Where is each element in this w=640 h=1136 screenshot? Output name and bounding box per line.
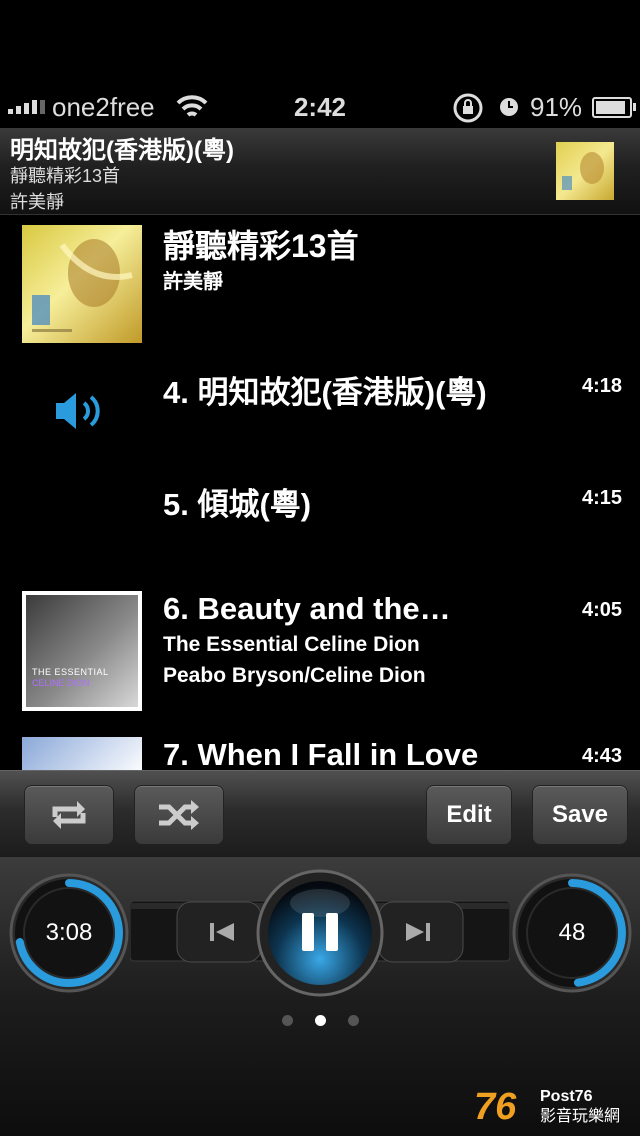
album-artist: 許美靜 <box>163 271 223 293</box>
page-indicator[interactable] <box>0 1015 640 1026</box>
track-album: The Essential Celine Dion <box>163 633 420 656</box>
track-artist: Peabo Bryson/Celine Dion <box>163 664 426 687</box>
track-row[interactable]: 7. When I Fall in Love 4:43 <box>0 735 640 770</box>
edit-button[interactable]: Edit <box>426 785 512 845</box>
watermark-tagline: 影音玩樂網 <box>540 1106 620 1125</box>
svg-text:76: 76 <box>474 1086 517 1125</box>
next-button[interactable] <box>378 901 464 963</box>
page-dot[interactable] <box>281 1015 293 1026</box>
track-duration: 4:18 <box>581 375 622 397</box>
save-button[interactable]: Save <box>532 785 628 845</box>
page-dot[interactable] <box>314 1015 326 1026</box>
status-bar: one2free 2:42 91% <box>0 88 640 128</box>
now-playing-song: 明知故犯(香港版)(粵) <box>10 137 234 164</box>
repeat-button[interactable] <box>24 785 114 845</box>
post76-watermark-logo: 76 Post76 影音玩樂網 <box>474 1086 620 1125</box>
watermark-brand: Post76 <box>540 1088 593 1105</box>
repeat-icon <box>52 801 86 829</box>
pause-button[interactable] <box>256 869 384 997</box>
now-playing-album: 靜聽精彩13首 <box>10 166 121 186</box>
now-playing-artwork[interactable] <box>556 142 614 200</box>
shuffle-icon <box>159 800 199 830</box>
battery-percent: 91% <box>530 92 583 122</box>
track-title: 4. 明知故犯(香港版)(粵) <box>163 375 487 410</box>
track-title: 5. 傾城(粵) <box>163 487 312 522</box>
rotation-lock-icon <box>453 93 483 123</box>
track-title: 6. Beauty and the… <box>163 591 451 626</box>
now-playing-speaker-icon <box>56 393 100 429</box>
shuffle-button[interactable] <box>134 785 224 845</box>
alarm-icon <box>500 98 518 116</box>
album-artwork <box>22 225 142 343</box>
track-list[interactable]: 靜聽精彩13首 許美靜 4. 明知故犯(香港版)(粵) 4:18 5. 傾城(粵… <box>0 215 640 770</box>
track-duration: 4:05 <box>581 599 622 621</box>
track-title: 7. When I Fall in Love <box>163 737 479 770</box>
track-row[interactable]: 5. 傾城(粵) 4:15 <box>0 477 640 587</box>
now-playing-artist: 許美靜 <box>10 192 64 212</box>
elapsed-time: 3:08 <box>45 919 93 946</box>
battery-icon <box>592 97 636 118</box>
track-duration: 4:43 <box>581 745 622 767</box>
player-controls: 3:08 48 76 Post76 影音玩樂網 <box>0 857 640 1136</box>
playlist-toolbar: Edit Save <box>0 770 640 857</box>
track-duration: 4:15 <box>581 487 622 509</box>
now-playing-header[interactable]: 明知故犯(香港版)(粵) 靜聽精彩13首 許美靜 <box>0 128 640 215</box>
volume-value: 48 <box>558 919 586 946</box>
previous-button[interactable] <box>176 901 262 963</box>
track-row[interactable]: 6. Beauty and the… 4:05 The Essential Ce… <box>0 589 640 719</box>
page-dot[interactable] <box>347 1015 359 1026</box>
album-title: 靜聽精彩13首 <box>163 228 359 264</box>
